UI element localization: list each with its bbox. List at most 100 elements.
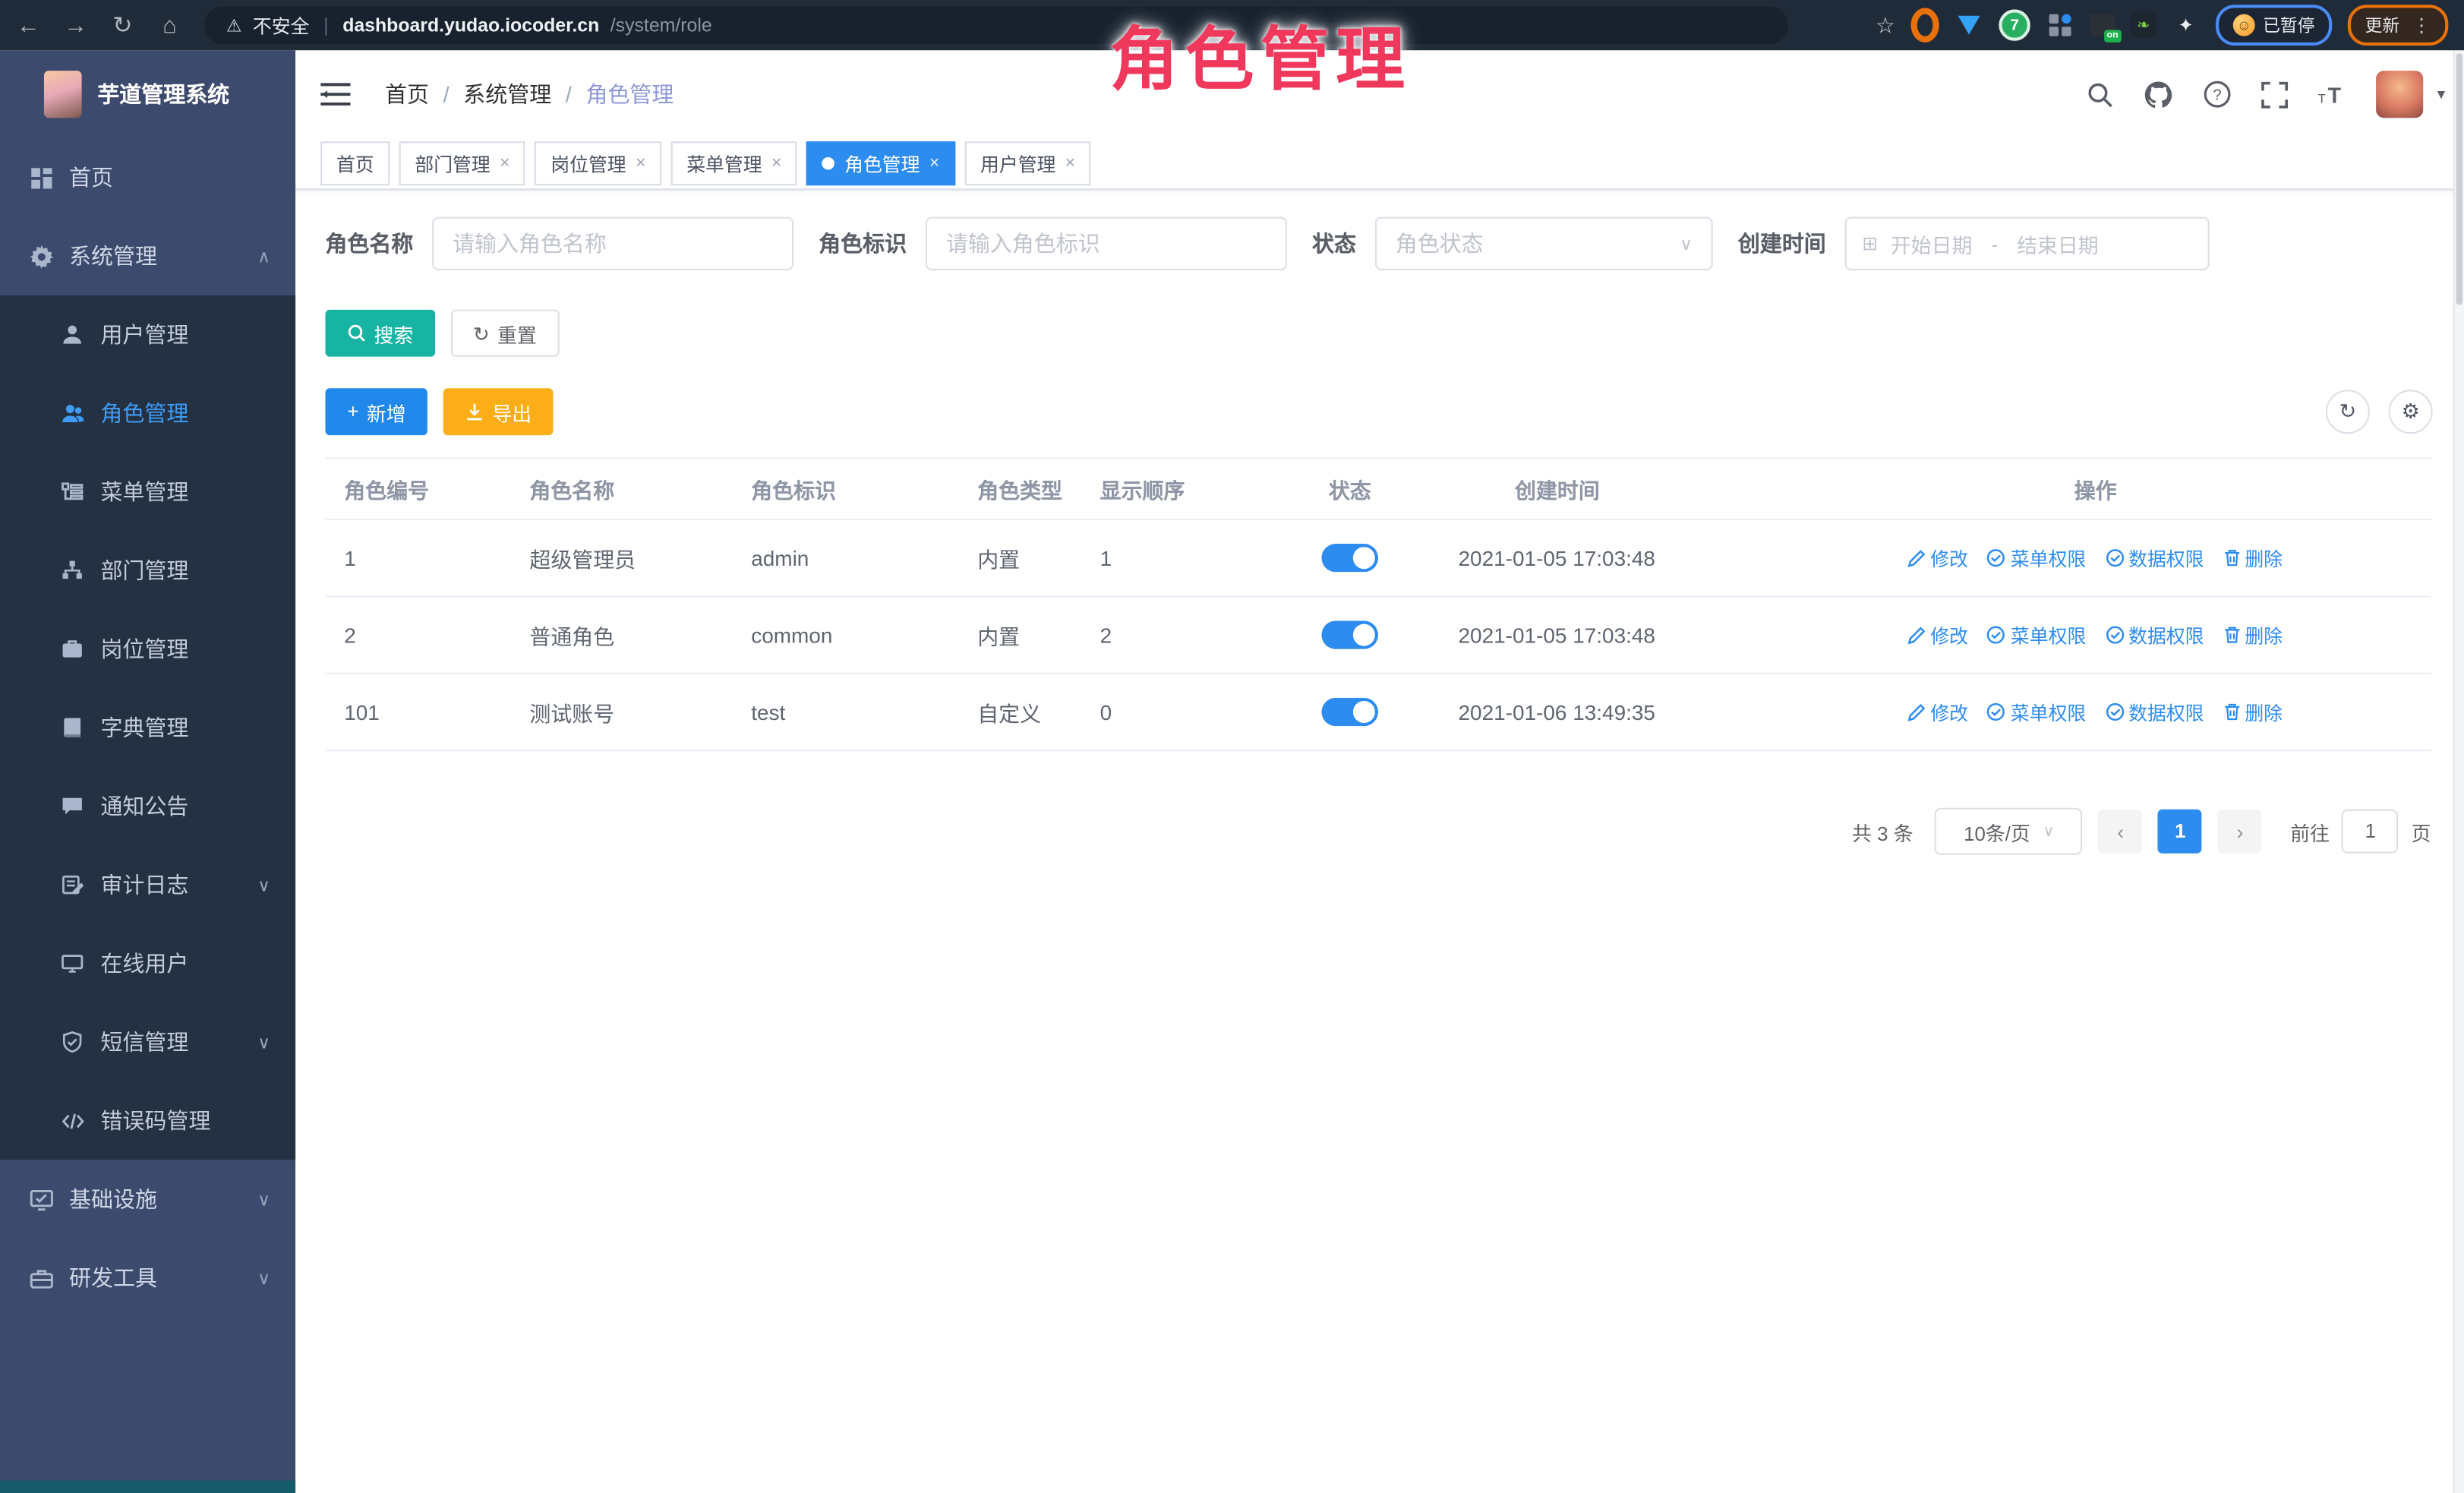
caret-down-icon[interactable]: ▾ bbox=[2437, 86, 2445, 103]
table-row: 2 普通角色 common 内置 2 2021-01-05 17:03:48 修… bbox=[325, 597, 2431, 674]
active-dot bbox=[822, 157, 835, 170]
edit-link[interactable]: 修改 bbox=[1908, 544, 1968, 571]
export-button-label: 导出 bbox=[492, 397, 532, 427]
column-settings-icon[interactable]: ⚙ bbox=[2389, 390, 2433, 434]
table-tools: ↻ ⚙ bbox=[2326, 390, 2433, 434]
scrollbar-thumb[interactable] bbox=[2456, 53, 2462, 305]
search-icon[interactable] bbox=[2085, 78, 2116, 109]
recording-paused-pill[interactable]: ☺ 已暂停 bbox=[2216, 5, 2332, 46]
data-permission-link[interactable]: 数据权限 bbox=[2105, 699, 2204, 725]
data-permission-link[interactable]: 数据权限 bbox=[2105, 544, 2204, 571]
chrome-update-button[interactable]: 更新 ⋮ bbox=[2348, 5, 2448, 46]
status-select[interactable]: 角色状态 ∨ bbox=[1375, 217, 1713, 270]
export-button[interactable]: 导出 bbox=[443, 388, 554, 435]
prev-page-button[interactable]: ‹ bbox=[2099, 810, 2143, 854]
reset-button[interactable]: ↻ 重置 bbox=[451, 310, 559, 357]
delete-link[interactable]: 删除 bbox=[2223, 699, 2283, 725]
role-code-input[interactable] bbox=[926, 217, 1287, 270]
role-name-input[interactable] bbox=[432, 217, 793, 270]
sidebar-item-home[interactable]: 首页 bbox=[0, 138, 295, 216]
sidebar-item-notice[interactable]: 通知公告 bbox=[0, 767, 295, 845]
goto-page-input[interactable] bbox=[2343, 810, 2399, 854]
cell-role-code: common bbox=[732, 623, 958, 647]
sidebar-item-audit-log[interactable]: 审计日志 ∨ bbox=[0, 845, 295, 923]
cell-role-name: 测试账号 bbox=[511, 696, 733, 728]
sidebar-item-infrastructure[interactable]: 基础设施 ∨ bbox=[0, 1160, 295, 1238]
delete-link[interactable]: 删除 bbox=[2223, 544, 2283, 571]
tree-list-icon bbox=[60, 479, 85, 504]
address-divider: | bbox=[323, 14, 328, 36]
close-icon[interactable]: × bbox=[771, 154, 781, 173]
page-1-button[interactable]: 1 bbox=[2158, 810, 2202, 854]
help-icon[interactable]: ? bbox=[2201, 78, 2232, 109]
header-create-time: 创建时间 bbox=[1421, 473, 1760, 504]
tag-menu-management[interactable]: 菜单管理 × bbox=[671, 141, 797, 185]
sidebar-item-label: 用户管理 bbox=[100, 319, 188, 350]
close-icon[interactable]: × bbox=[929, 154, 939, 173]
sidebar-item-menu-management[interactable]: 菜单管理 bbox=[0, 453, 295, 531]
sidebar-item-dept-management[interactable]: 部门管理 bbox=[0, 531, 295, 609]
message-bubble-icon bbox=[60, 794, 85, 819]
roles-table: 角色编号 角色名称 角色标识 角色类型 显示顺序 状态 创建时间 操作 1 超级… bbox=[325, 457, 2431, 751]
back-icon[interactable]: ← bbox=[9, 6, 47, 44]
cell-role-type: 自定义 bbox=[958, 696, 1081, 728]
close-icon[interactable]: × bbox=[1065, 154, 1075, 173]
github-icon[interactable] bbox=[2144, 78, 2175, 109]
fullscreen-icon[interactable] bbox=[2260, 78, 2291, 109]
bookmark-star-icon[interactable]: ☆ bbox=[1876, 12, 1895, 39]
sidebar-item-user-management[interactable]: 用户管理 bbox=[0, 295, 295, 374]
data-permission-link[interactable]: 数据权限 bbox=[2105, 621, 2204, 648]
tag-home[interactable]: 首页 bbox=[320, 141, 390, 185]
sidebar-item-post-management[interactable]: 岗位管理 bbox=[0, 610, 295, 688]
edit-link[interactable]: 修改 bbox=[1908, 621, 1968, 648]
tag-role-management[interactable]: 角色管理 × bbox=[806, 141, 954, 185]
extension-sprout-icon[interactable]: ❧ bbox=[2131, 13, 2156, 38]
menu-permission-link[interactable]: 菜单权限 bbox=[1987, 621, 2086, 648]
search-button[interactable]: 搜索 bbox=[325, 310, 435, 357]
breadcrumb-system[interactable]: 系统管理 bbox=[463, 78, 551, 109]
sidebar-item-errorcode-management[interactable]: 错误码管理 bbox=[0, 1081, 295, 1160]
address-bar[interactable]: ⚠ 不安全 | dashboard.yudao.iocoder.cn/syste… bbox=[204, 6, 1788, 44]
extension-gem-icon[interactable] bbox=[1954, 11, 1983, 39]
breadcrumb-home[interactable]: 首页 bbox=[385, 78, 429, 109]
extension-grid-icon[interactable] bbox=[2046, 11, 2074, 39]
menu-kebab-icon[interactable]: ⋮ bbox=[2412, 14, 2431, 36]
extension-pin-icon[interactable]: ✦ bbox=[2172, 11, 2200, 39]
refresh-table-icon[interactable]: ↻ bbox=[2326, 390, 2370, 434]
logo[interactable]: 芋道管理系统 bbox=[0, 50, 295, 138]
page-size-select[interactable]: 10条/页 ∨ bbox=[1936, 808, 2084, 855]
tag-post-management[interactable]: 岗位管理 × bbox=[535, 141, 661, 185]
forward-icon[interactable]: → bbox=[57, 6, 95, 44]
scrollbar[interactable] bbox=[2453, 50, 2464, 1493]
menu-permission-link[interactable]: 菜单权限 bbox=[1987, 699, 2086, 725]
menu-permission-link[interactable]: 菜单权限 bbox=[1987, 544, 2086, 571]
delete-link[interactable]: 删除 bbox=[2223, 621, 2283, 648]
reload-icon[interactable]: ↻ bbox=[104, 6, 142, 44]
sidebar-item-dict-management[interactable]: 字典管理 bbox=[0, 688, 295, 766]
date-range-picker[interactable]: ⊞ 开始日期 - 结束日期 bbox=[1845, 217, 2210, 270]
sidebar-item-sms-management[interactable]: 短信管理 ∨ bbox=[0, 1002, 295, 1081]
next-page-button[interactable]: › bbox=[2218, 810, 2262, 854]
tag-user-management[interactable]: 用户管理 × bbox=[964, 141, 1090, 185]
home-icon[interactable]: ⌂ bbox=[151, 6, 189, 44]
status-toggle[interactable] bbox=[1321, 544, 1378, 572]
add-button[interactable]: + 新增 bbox=[325, 388, 427, 435]
data-permission-label: 数据权限 bbox=[2128, 544, 2204, 571]
status-toggle[interactable] bbox=[1321, 698, 1378, 726]
menu-fold-icon[interactable] bbox=[320, 82, 350, 107]
status-toggle[interactable] bbox=[1321, 620, 1378, 649]
sidebar-item-online-users[interactable]: 在线用户 bbox=[0, 924, 295, 1002]
extension-donut-icon[interactable] bbox=[1911, 11, 1939, 39]
tag-dept-management[interactable]: 部门管理 × bbox=[399, 141, 525, 185]
goto-page: 前往 页 bbox=[2290, 810, 2431, 854]
sidebar-item-system-management[interactable]: 系统管理 ∧ bbox=[0, 217, 295, 295]
edit-link[interactable]: 修改 bbox=[1908, 699, 1968, 725]
user-avatar[interactable] bbox=[2376, 71, 2423, 118]
sidebar-item-role-management[interactable]: 角色管理 bbox=[0, 374, 295, 453]
sidebar-item-dev-tools[interactable]: 研发工具 ∨ bbox=[0, 1239, 295, 1317]
extension-seven-icon[interactable]: 7 bbox=[1999, 9, 2030, 40]
close-icon[interactable]: × bbox=[636, 154, 645, 173]
close-icon[interactable]: × bbox=[500, 154, 510, 173]
extension-recorder-icon[interactable]: on bbox=[2090, 14, 2115, 36]
font-size-icon[interactable]: TT bbox=[2317, 78, 2349, 109]
